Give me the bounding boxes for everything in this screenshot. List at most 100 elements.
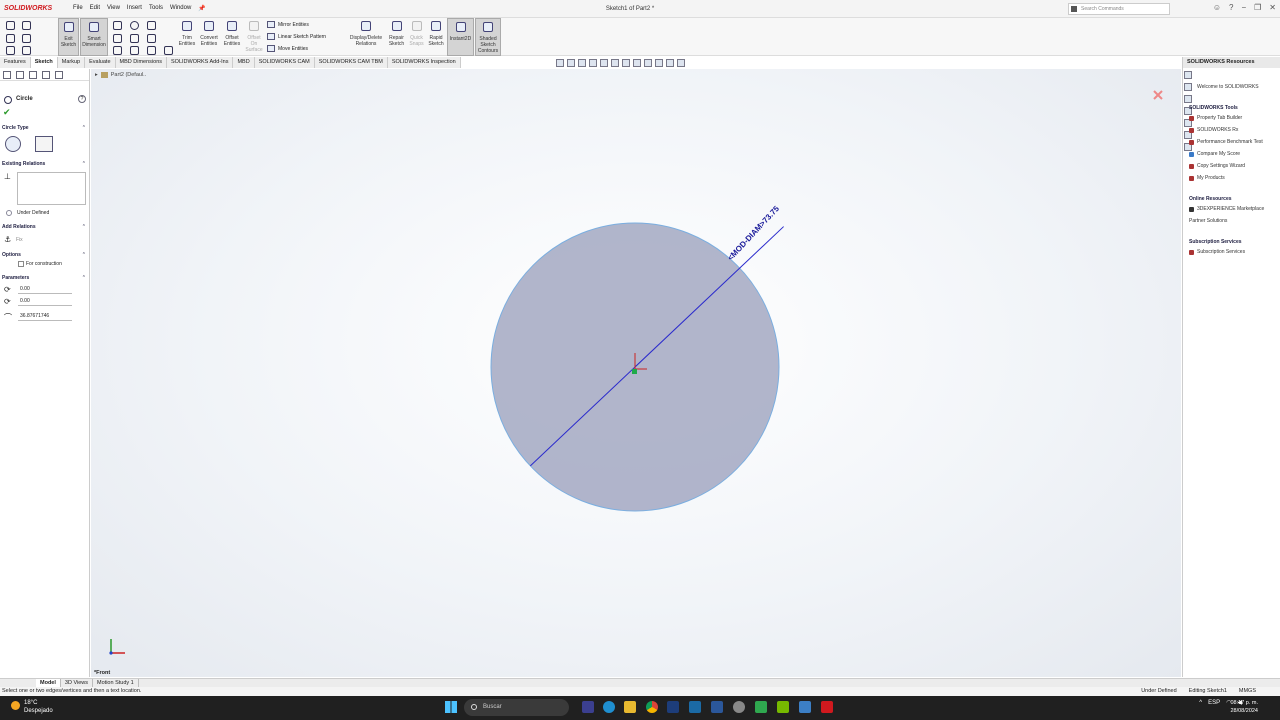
- online-item[interactable]: Partner Solutions: [1189, 218, 1227, 224]
- weather-widget[interactable]: 18°C Despejado: [11, 699, 53, 715]
- polygon-tool-icon[interactable]: [147, 34, 156, 43]
- tab-solidworks-inspection[interactable]: SOLIDWORKS Inspection: [387, 57, 461, 68]
- quick-snaps-button[interactable]: Quick Snaps: [407, 18, 426, 56]
- menu-window[interactable]: Window: [169, 4, 192, 13]
- file-explorer-icon[interactable]: [624, 701, 636, 713]
- edge-icon[interactable]: [603, 701, 615, 713]
- tools-item[interactable]: My Products: [1189, 175, 1225, 181]
- taskbar-search-input[interactable]: Buscar: [464, 699, 569, 716]
- sketch-canvas[interactable]: <MOD-DIAM>73.75: [91, 69, 1181, 677]
- clock[interactable]: 08:17 p. m. 28/08/2024: [1230, 699, 1258, 715]
- collapse-icon[interactable]: ⌃: [82, 224, 86, 230]
- tab-solidworks-add-ins[interactable]: SOLIDWORKS Add-Ins: [167, 57, 234, 68]
- menu-file[interactable]: File: [72, 4, 84, 13]
- menu-tools[interactable]: Tools: [148, 4, 164, 13]
- display-style-icon[interactable]: [622, 59, 630, 67]
- menu-view[interactable]: View: [106, 4, 121, 13]
- parameters-section[interactable]: Parameters ⌃: [2, 275, 86, 281]
- diameter-dimension-label[interactable]: <MOD-DIAM>73.75: [726, 204, 781, 263]
- nvidia-icon[interactable]: [777, 701, 789, 713]
- tools-item[interactable]: Copy Settings Wizard: [1189, 163, 1245, 169]
- fillet-tool-icon[interactable]: [147, 46, 156, 55]
- chrome-icon[interactable]: [646, 701, 658, 713]
- circle-tool-icon[interactable]: [130, 21, 139, 30]
- tools-item[interactable]: Performance Benchmark Test: [1189, 139, 1263, 145]
- hide-show-items-icon[interactable]: [633, 59, 641, 67]
- property-manager-icon[interactable]: [16, 71, 24, 79]
- existing-relations-list[interactable]: [17, 172, 86, 205]
- edit-appearance-icon[interactable]: [644, 59, 652, 67]
- display-manager-icon[interactable]: [55, 71, 63, 79]
- cancel-sketch-icon[interactable]: [1153, 90, 1163, 100]
- user-icon[interactable]: ☺: [1213, 3, 1221, 12]
- settings-icon[interactable]: [733, 701, 745, 713]
- offset-on-surface-button[interactable]: Offset On Surface: [244, 18, 264, 56]
- language-indicator[interactable]: ESP: [1208, 700, 1220, 706]
- display-delete-relations-button[interactable]: Display/Delete Relations: [346, 18, 386, 56]
- task-pane-header[interactable]: SOLIDWORKS Resources: [1183, 57, 1280, 68]
- tab-model[interactable]: Model: [36, 679, 61, 687]
- monitor-icon[interactable]: [677, 59, 685, 67]
- view-settings-icon[interactable]: [666, 59, 674, 67]
- pin-icon[interactable]: 📌: [197, 4, 206, 13]
- search-commands-input[interactable]: Search Commands: [1068, 3, 1170, 15]
- ok-checkmark-icon[interactable]: ✔: [3, 107, 11, 118]
- view-orientation-icon[interactable]: [611, 59, 619, 67]
- dimxpert-icon[interactable]: [42, 71, 50, 79]
- smart-dimension-button[interactable]: Smart Dimension: [80, 18, 108, 56]
- tab-features[interactable]: Features: [0, 57, 31, 68]
- ellipse-tool-icon[interactable]: [130, 46, 139, 55]
- text-tool-icon[interactable]: [164, 46, 173, 55]
- welcome-link[interactable]: Welcome to SOLIDWORKS: [1197, 84, 1259, 90]
- mirror-entities-button[interactable]: Mirror Entities: [267, 21, 309, 28]
- help-icon[interactable]: ?: [78, 95, 86, 103]
- save-icon[interactable]: [22, 21, 31, 30]
- for-construction-checkbox[interactable]: [18, 261, 24, 267]
- minimize-icon[interactable]: −: [1241, 3, 1246, 12]
- steam-icon[interactable]: [689, 701, 701, 713]
- close-icon[interactable]: ✕: [1269, 3, 1276, 12]
- linear-sketch-pattern-button[interactable]: Linear Sketch Pattern: [267, 33, 326, 40]
- tab-mbd-dimensions[interactable]: MBD Dimensions: [115, 57, 167, 68]
- shaded-sketch-contours-button[interactable]: Shaded Sketch Contours: [475, 18, 501, 56]
- slot-tool-icon[interactable]: [113, 46, 122, 55]
- instant2d-button[interactable]: Instant2D: [447, 18, 474, 56]
- line-tool-icon[interactable]: [113, 21, 122, 30]
- media-player-icon[interactable]: [755, 701, 767, 713]
- move-entities-button[interactable]: Move Entities: [267, 45, 308, 52]
- offset-entities-button[interactable]: Offset Entities: [220, 18, 244, 56]
- tools-item[interactable]: Property Tab Builder: [1189, 115, 1242, 121]
- collapse-icon[interactable]: ⌃: [82, 252, 86, 258]
- design-library-icon[interactable]: [1184, 83, 1192, 91]
- subscription-item[interactable]: Subscription Services: [1189, 249, 1245, 255]
- options-section[interactable]: Options ⌃: [2, 252, 86, 258]
- tab-markup[interactable]: Markup: [57, 57, 86, 68]
- tab-evaluate[interactable]: Evaluate: [85, 57, 116, 68]
- collapse-icon[interactable]: ⌃: [82, 125, 86, 131]
- tab-solidworks-cam[interactable]: SOLIDWORKS CAM: [254, 57, 315, 68]
- spline-tool-icon[interactable]: [147, 21, 156, 30]
- center-x-input[interactable]: 0.00: [18, 285, 72, 294]
- tab-mbd[interactable]: MBD: [233, 57, 255, 68]
- previous-view-icon[interactable]: [578, 59, 586, 67]
- configuration-manager-icon[interactable]: [29, 71, 37, 79]
- rebuild-icon[interactable]: [22, 46, 31, 55]
- circle-type-section[interactable]: Circle Type ⌃: [2, 125, 86, 131]
- feature-manager-icon[interactable]: [3, 71, 11, 79]
- new-icon[interactable]: [6, 21, 15, 30]
- tray-expand-icon[interactable]: ^: [1199, 700, 1202, 706]
- home-icon[interactable]: [1184, 71, 1192, 79]
- radius-input[interactable]: 36.87671746: [18, 312, 72, 321]
- task-view-icon[interactable]: [582, 701, 594, 713]
- online-item[interactable]: 3DEXPERIENCE Marketplace: [1189, 206, 1264, 212]
- trim-entities-button[interactable]: Trim Entities: [176, 18, 198, 56]
- tab-3d-views[interactable]: 3D Views: [61, 679, 94, 687]
- file-explorer-icon[interactable]: [1184, 95, 1192, 103]
- dynamic-annotation-icon[interactable]: [600, 59, 608, 67]
- collapse-icon[interactable]: ⌃: [82, 161, 86, 167]
- existing-relations-section[interactable]: Existing Relations ⌃: [2, 161, 86, 167]
- repair-sketch-button[interactable]: Repair Sketch: [386, 18, 407, 56]
- tab-sketch[interactable]: Sketch: [30, 57, 58, 68]
- restore-icon[interactable]: ❐: [1254, 3, 1261, 12]
- options-icon[interactable]: [6, 46, 15, 55]
